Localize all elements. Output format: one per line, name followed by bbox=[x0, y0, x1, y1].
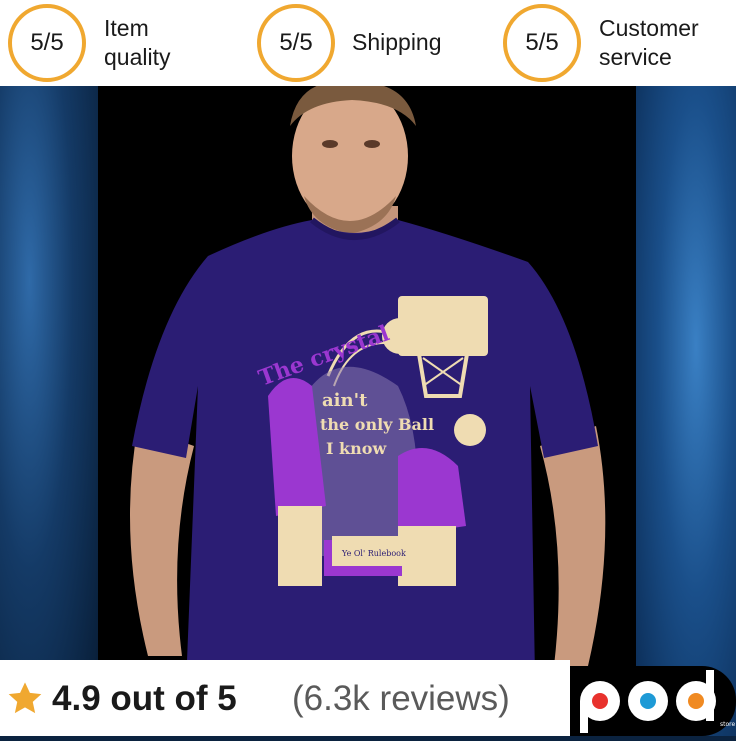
rating-score-badge: 5/5 bbox=[8, 4, 86, 82]
rating-label: Shipping bbox=[352, 29, 442, 55]
rating-score-badge: 5/5 bbox=[503, 4, 581, 82]
rating-label: Item quality bbox=[104, 15, 171, 70]
background-left bbox=[0, 86, 98, 736]
average-rating-text: 4.9 out of 5 bbox=[52, 679, 237, 718]
print-text-line-2: ain't bbox=[322, 390, 368, 411]
print-text-line-4: I know bbox=[326, 439, 387, 458]
print-book-text: Ye Ol' Rulebook bbox=[341, 549, 406, 558]
review-count-text[interactable]: (6.3k reviews) bbox=[292, 679, 510, 719]
product-photo: The crystal ain't the only Ball I know Y… bbox=[98, 86, 636, 736]
pod-store-logo: store bbox=[572, 666, 736, 736]
star-icon bbox=[6, 680, 44, 723]
model-tshirt-image: The crystal ain't the only Ball I know Y… bbox=[130, 86, 606, 736]
rating-score-badge: 5/5 bbox=[257, 4, 335, 82]
print-text-line-3: the only Ball bbox=[320, 415, 434, 434]
logo-subtext: store bbox=[720, 721, 735, 728]
review-summary[interactable]: 4.9 out of 5 (6.3k reviews) bbox=[0, 660, 570, 736]
background-right bbox=[636, 86, 736, 736]
ratings-bar: 5/5 Item quality 5/5 Shipping 5/5 Custom… bbox=[0, 0, 736, 86]
rating-label: Customer service bbox=[599, 15, 699, 70]
